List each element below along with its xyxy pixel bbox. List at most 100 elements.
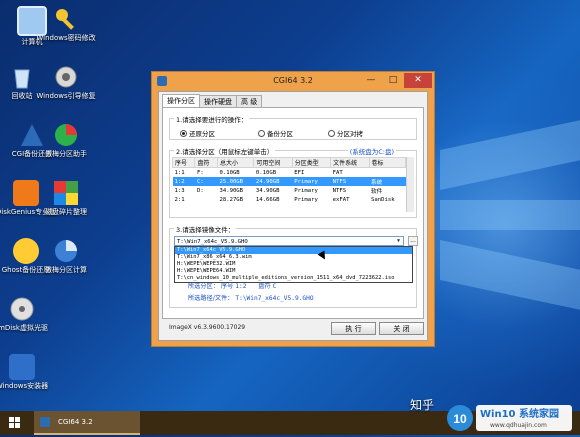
radio-dot: [328, 130, 335, 137]
desktop-icon-partition-assistant[interactable]: 傲梅分区助手: [34, 122, 98, 159]
close-button[interactable]: 关 闭: [379, 322, 424, 335]
desktop-icon-partition-calc[interactable]: 傲梅分区计算: [34, 238, 98, 275]
logo-number: 10: [453, 412, 467, 426]
table-row[interactable]: 2:1 28.27GB 14.66GB Primary exFAT SanDisk: [173, 195, 406, 204]
cell: 34.90GB: [255, 187, 280, 194]
window-titlebar[interactable]: CGI64 3.2 — □ ✕: [152, 72, 434, 90]
radio-backup[interactable]: 备份分区: [258, 128, 293, 138]
column-header[interactable]: 盘符: [194, 157, 218, 168]
maximize-button[interactable]: □: [382, 73, 404, 88]
desktop-icon-installer[interactable]: Windows安装器: [0, 354, 54, 391]
cell: NTFS: [332, 187, 347, 194]
installer-icon: [9, 354, 35, 380]
cell: 1:1: [174, 169, 185, 176]
cell: 25.00GB: [217, 177, 254, 186]
path-value: T:\Win7_x64c_V5.9.GHO: [235, 295, 314, 302]
desktop-icon-label: ImDisk虚拟光驱: [0, 324, 48, 332]
operation-group-title: 1.请选择要进行的操作：: [174, 114, 250, 124]
recycle-bin-icon: [9, 64, 35, 90]
chevron-down-icon[interactable]: ▼: [395, 238, 402, 244]
logo-title: Win10 系统家园: [480, 407, 559, 420]
table-row[interactable]: 1:3 D: 34.90GB 34.90GB Primary NTFS 软件: [173, 186, 406, 195]
column-header[interactable]: 卷标: [368, 157, 406, 168]
dropdown-option[interactable]: T:\cn_windows_10_multiple_editions_versi…: [175, 275, 412, 282]
radio-dot: [258, 130, 265, 137]
drive-label: 盘符: [258, 283, 271, 290]
minimize-button[interactable]: —: [360, 73, 382, 88]
start-button[interactable]: [0, 411, 30, 435]
table-header: 序号 盘符 总大小 可用空间 分区类型 文件系统 卷标: [171, 157, 406, 168]
image-file-combobox[interactable]: T:\Win7_x64c_V5.9.GHO ▼: [174, 236, 404, 246]
disc-icon: [9, 296, 35, 322]
cell: Primary: [294, 196, 318, 203]
radio-restore[interactable]: 还原分区: [180, 128, 215, 138]
image-file-dropdown-list: T:\Win7_x64c_V5.9.GHO T:\Win7_x86_x64_6.…: [174, 246, 413, 283]
image-group: 3.请选择镜像文件： T:\Win7_x64c_V5.9.GHO ▼ ... T…: [169, 224, 418, 308]
partition-label: 所选分区：: [188, 283, 219, 290]
desktop-icon-label: 傲梅分区计算: [45, 266, 87, 274]
partition-group-title: 2.请选择分区（用鼠标左键单击）: [174, 146, 276, 156]
path-label: 所选路径/文件：: [188, 295, 234, 302]
win10-site-logo: 10 Win10 系统家园 www.qdhuajin.com: [447, 405, 572, 431]
column-header[interactable]: 可用空间: [253, 157, 293, 168]
logo-url: www.qdhuajin.com: [490, 422, 547, 429]
column-header[interactable]: 文件系统: [330, 157, 370, 168]
cell: SanDisk: [371, 196, 395, 203]
system-disk-note: (系统盘为C:盘): [347, 146, 396, 156]
dropdown-option[interactable]: H:\WEPE\WEPE64.WIM: [175, 268, 412, 275]
desktop-icon-imdisk[interactable]: ImDisk虚拟光驱: [0, 296, 54, 333]
partition-group: 2.请选择分区（用鼠标左键单击） (系统盘为C:盘) 序号 盘符 总大小 可用空…: [169, 146, 417, 218]
combobox-value: T:\Win7_x64c_V5.9.GHO: [177, 239, 248, 245]
dropdown-option[interactable]: T:\Win7_x64c_V5.9.GHO: [175, 247, 412, 254]
column-header[interactable]: 总大小: [216, 157, 255, 168]
tab-partition[interactable]: 操作分区: [162, 94, 200, 108]
browse-button[interactable]: ...: [408, 236, 418, 246]
selected-path-info: 所选路径/文件： T:\Win7_x64c_V5.9.GHO: [188, 293, 314, 302]
dropdown-option[interactable]: H:\WEPE\WEPE32.WIM: [175, 261, 412, 268]
table-scrollbar[interactable]: [406, 157, 414, 212]
taskbar-item-cgi[interactable]: CGI64 3.2: [34, 411, 140, 435]
cell: 14.66GB: [255, 196, 280, 203]
cell: 系统: [369, 177, 406, 186]
cell: 1:3: [174, 187, 185, 194]
key-icon: [53, 6, 79, 32]
cell: EFI: [294, 169, 305, 176]
execute-button[interactable]: 执 行: [331, 322, 376, 335]
cell: 1:2: [172, 177, 195, 186]
column-header[interactable]: 序号: [171, 157, 196, 168]
radio-label: 分区对拷: [337, 130, 363, 138]
desktop-icon-boot-repair[interactable]: Windows引导修复: [34, 64, 98, 101]
cell: Primary: [294, 187, 318, 194]
table-row-selected[interactable]: 1:2 C: 25.00GB 24.90GB Primary NTFS 系统: [172, 177, 406, 186]
desktop-icon-label: Windows密码修改: [36, 34, 96, 42]
cell: [369, 168, 406, 178]
dropdown-option[interactable]: T:\Win7_x86_x64_6.3.wim: [175, 254, 412, 261]
desktop-icon-label: 磁盘碎片整理: [45, 208, 87, 216]
index-value: 1:2: [235, 283, 247, 290]
close-window-button[interactable]: ✕: [404, 73, 432, 88]
desktop-icon-password[interactable]: Windows密码修改: [34, 6, 98, 43]
radio-label: 还原分区: [189, 130, 215, 138]
zhihu-watermark: 知乎: [410, 398, 435, 412]
version-label: ImageX v6.3.9600.17029: [169, 324, 246, 331]
partition-calc-icon: [53, 238, 79, 264]
cell: D:: [196, 187, 204, 194]
index-label: 序号: [220, 283, 234, 290]
cell: 34.90GB: [219, 187, 244, 194]
cell: 28.27GB: [219, 196, 244, 203]
partition-table: 序号 盘符 总大小 可用空间 分区类型 文件系统 卷标 1:1 F: 0.10GB 0…: [171, 157, 406, 204]
tab-panel: 1.请选择要进行的操作： 还原分区 备份分区 分区对拷 2.请选择分区（用鼠标左…: [162, 107, 424, 319]
cell: 24.90GB: [253, 177, 293, 186]
cell: F:: [196, 169, 204, 176]
partition-assistant-icon: [53, 122, 79, 148]
gear-icon: [53, 64, 79, 90]
cgi-icon: [40, 417, 50, 427]
operation-group: 1.请选择要进行的操作： 还原分区 备份分区 分区对拷: [169, 114, 417, 140]
table-row[interactable]: 1:1 F: 0.10GB 0.10GB EFI FAT: [173, 168, 406, 178]
drive-value: C: [272, 283, 277, 290]
cell: [195, 195, 217, 204]
cell: exFAT: [332, 196, 350, 203]
radio-copy[interactable]: 分区对拷: [328, 128, 363, 138]
desktop-icon-defrag[interactable]: 磁盘碎片整理: [34, 180, 98, 217]
column-header[interactable]: 分区类型: [291, 157, 332, 168]
